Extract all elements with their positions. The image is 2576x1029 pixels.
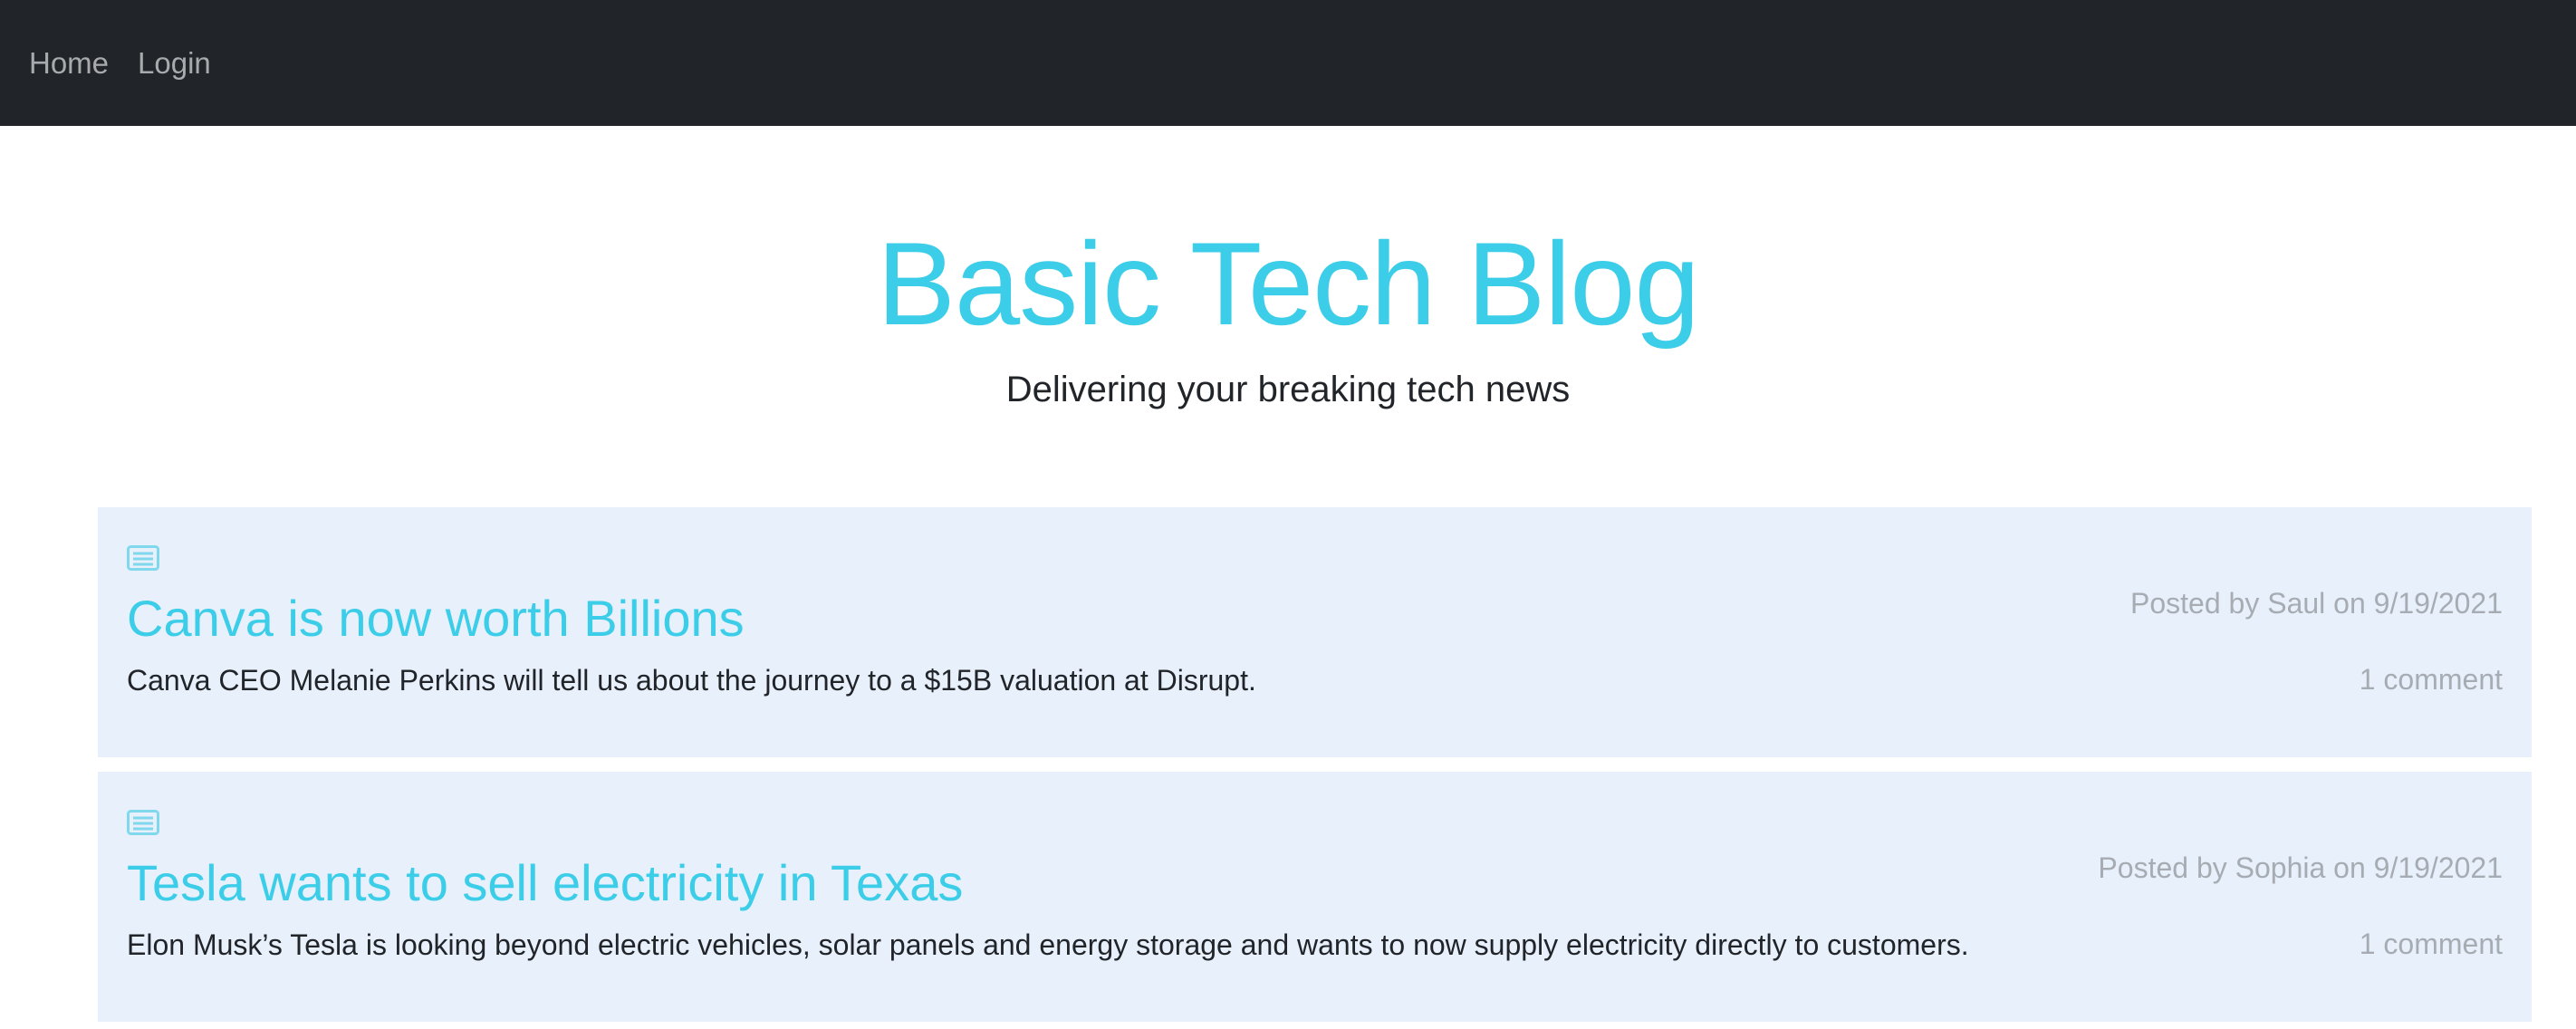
page-title: Basic Tech Blog bbox=[877, 217, 1700, 350]
post-summary: Canva CEO Melanie Perkins will tell us a… bbox=[127, 664, 1256, 697]
nav-link-home[interactable]: Home bbox=[29, 48, 109, 78]
nav-link-login[interactable]: Login bbox=[138, 48, 211, 78]
post-summary: Elon Musk’s Tesla is looking beyond elec… bbox=[127, 928, 1969, 961]
post-comment-count[interactable]: 1 comment bbox=[2360, 663, 2503, 697]
post-card: Tesla wants to sell electricity in Texas… bbox=[98, 772, 2532, 1022]
post-card: Canva is now worth Billions Canva CEO Me… bbox=[98, 507, 2532, 757]
newspaper-icon bbox=[127, 545, 159, 571]
post-title-link[interactable]: Tesla wants to sell electricity in Texas bbox=[127, 855, 963, 911]
top-navbar: Home Login bbox=[0, 0, 2576, 126]
post-title-link[interactable]: Canva is now worth Billions bbox=[127, 591, 745, 647]
page-subtitle: Delivering your breaking tech news bbox=[1005, 370, 1571, 409]
post-author-date: Posted by Sophia on 9/19/2021 bbox=[2098, 851, 2503, 884]
post-comment-count[interactable]: 1 comment bbox=[2360, 928, 2503, 961]
newspaper-icon bbox=[127, 810, 159, 835]
post-author-date: Posted by Saul on 9/19/2021 bbox=[2130, 587, 2503, 620]
